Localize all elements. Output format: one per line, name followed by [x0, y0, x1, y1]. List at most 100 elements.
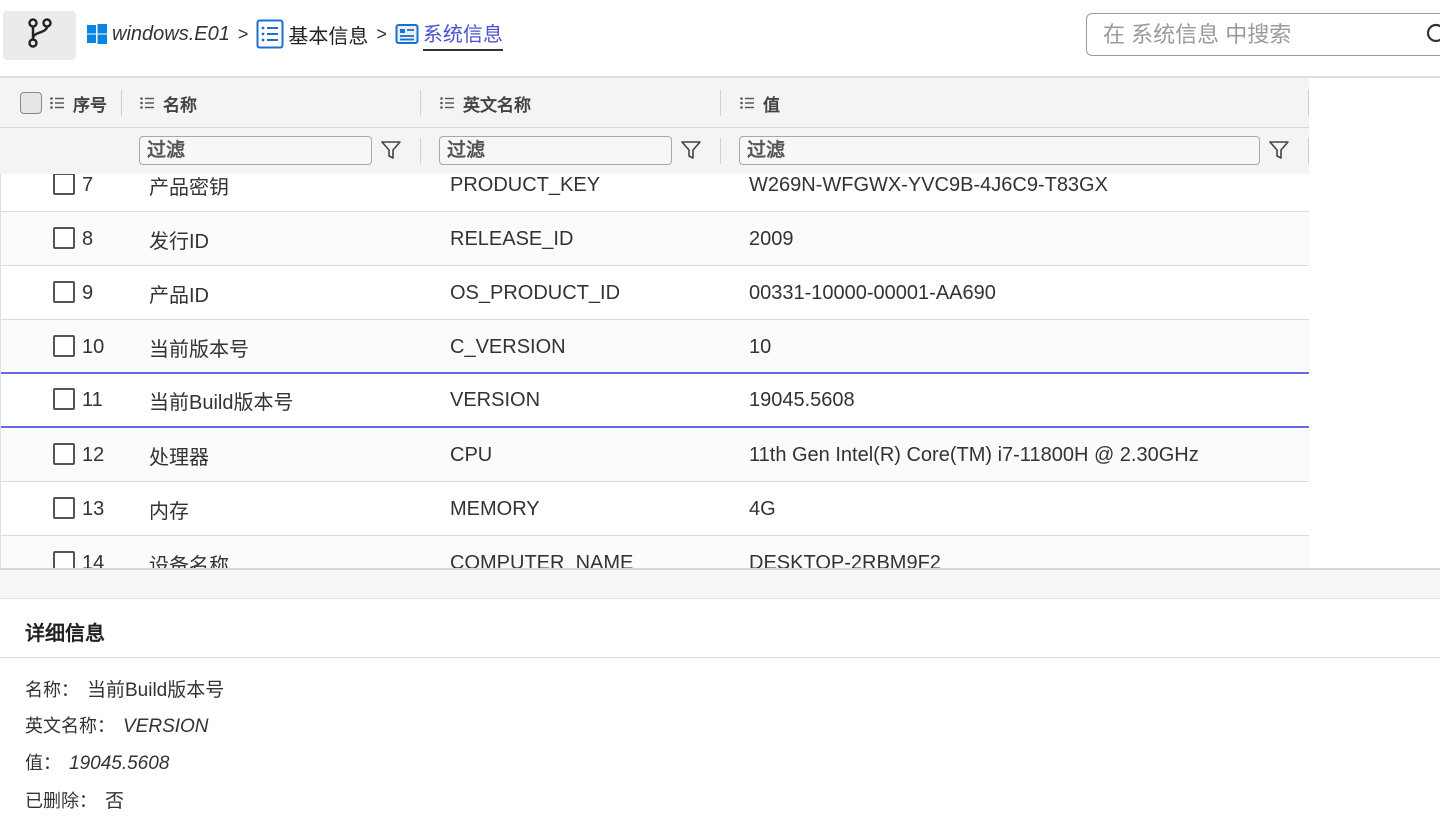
- cell-index: 14: [82, 551, 105, 569]
- table-row-selected[interactable]: 11 当前Build版本号 VERSION 19045.5608: [1, 372, 1309, 428]
- panel-splitter[interactable]: [0, 570, 1440, 598]
- table-row[interactable]: 8 发行ID RELEASE_ID 2009: [1, 212, 1309, 266]
- cell-en-name: COMPUTER_NAME: [450, 551, 634, 569]
- breadcrumb-separator: >: [237, 23, 249, 44]
- breadcrumb: windows.E01 > 基本信息 > 系统信息: [86, 14, 503, 54]
- row-checkbox[interactable]: [53, 443, 75, 465]
- column-header-label: 值: [763, 95, 780, 115]
- column-resize-handle[interactable]: [420, 138, 421, 164]
- cell-name: 设备名称: [149, 554, 229, 569]
- breadcrumb-separator: >: [376, 23, 387, 44]
- column-header-en-name[interactable]: 英文名称: [440, 78, 531, 128]
- row-checkbox[interactable]: [53, 497, 75, 519]
- cell-value: DESKTOP-2RBM9F2: [749, 551, 941, 569]
- column-resize-handle[interactable]: [720, 90, 721, 116]
- column-menu-icon: [440, 97, 455, 109]
- info-card-icon: [395, 22, 419, 46]
- search-input[interactable]: [1103, 21, 1413, 48]
- detail-field-label: 已删除：: [25, 791, 97, 811]
- breadcrumb-item-windows[interactable]: windows.E01: [86, 23, 230, 46]
- column-header-label: 名称: [163, 95, 197, 115]
- filter-icon[interactable]: [378, 137, 404, 163]
- detail-field-value-row: 值： 19045.5608: [25, 749, 169, 775]
- cell-en-name: RELEASE_ID: [450, 227, 574, 250]
- cell-en-name: C_VERSION: [450, 335, 566, 358]
- column-header-index[interactable]: 序号: [50, 78, 107, 128]
- cell-en-name: PRODUCT_KEY: [450, 174, 601, 196]
- detail-field-value: 19045.5608: [69, 753, 170, 774]
- windows-logo-icon: [86, 23, 108, 45]
- row-checkbox[interactable]: [53, 551, 75, 568]
- filter-icon[interactable]: [678, 137, 704, 163]
- git-branch-icon: [25, 17, 55, 54]
- search-icon[interactable]: [1425, 22, 1440, 53]
- detail-field-name: 名称： 当前Build版本号: [25, 675, 224, 702]
- column-menu-icon: [740, 97, 755, 109]
- breadcrumb-label-active: 系统信息: [422, 18, 503, 51]
- cell-index: 12: [82, 443, 105, 466]
- list-icon: [256, 19, 284, 49]
- column-resize-handle[interactable]: [121, 90, 122, 116]
- column-header-value[interactable]: 值: [740, 78, 780, 128]
- table-row[interactable]: 7 产品密钥 PRODUCT_KEY W269N-WFGWX-YVC9B-4J6…: [1, 174, 1309, 212]
- cell-en-name: CPU: [450, 443, 493, 466]
- detail-field-label: 值：: [25, 753, 61, 773]
- detail-field-label: 名称：: [25, 680, 79, 700]
- filter-input-value[interactable]: [739, 136, 1260, 165]
- filter-row: [0, 128, 1309, 174]
- grid-header-spacer: [1309, 78, 1440, 174]
- detail-field-value: VERSION: [123, 716, 209, 737]
- branch-button[interactable]: [3, 11, 76, 60]
- cell-index: 7: [82, 174, 94, 196]
- column-header-row: 序号 名称 英文名称 值: [0, 78, 1309, 128]
- table-row[interactable]: 14 设备名称 COMPUTER_NAME DESKTOP-2RBM9F2: [1, 536, 1309, 568]
- select-all-checkbox[interactable]: [20, 92, 42, 114]
- cell-name: 发行ID: [149, 230, 209, 253]
- cell-index: 8: [82, 227, 94, 250]
- detail-field-deleted: 已删除： 否: [25, 786, 124, 813]
- table-row[interactable]: 12 处理器 CPU 11th Gen Intel(R) Core(TM) i7…: [1, 428, 1309, 482]
- filter-input-en-name[interactable]: [439, 136, 672, 165]
- filter-input-name[interactable]: [139, 136, 372, 165]
- row-checkbox[interactable]: [53, 335, 75, 357]
- breadcrumb-label: 基本信息: [288, 25, 369, 48]
- cell-value: 19045.5608: [749, 388, 855, 411]
- cell-value: 4G: [749, 497, 776, 520]
- cell-value: 00331-10000-00001-AA690: [749, 281, 996, 304]
- data-grid: 序号 名称 英文名称 值 过滤 过滤 过滤 7 产品密钥 PRODUCT_KEY…: [0, 76, 1440, 570]
- column-header-name[interactable]: 名称: [140, 78, 197, 128]
- cell-index: 9: [82, 281, 94, 304]
- breadcrumb-label: windows.E01: [112, 22, 230, 45]
- table-row[interactable]: 10 当前版本号 C_VERSION 10: [1, 320, 1309, 374]
- cell-name: 产品密钥: [149, 176, 229, 199]
- row-checkbox[interactable]: [53, 227, 75, 249]
- detail-field-label: 英文名称：: [25, 716, 115, 736]
- column-menu-icon: [50, 97, 65, 109]
- cell-en-name: MEMORY: [450, 497, 540, 520]
- breadcrumb-item-system-info[interactable]: 系统信息: [395, 18, 503, 51]
- top-bar: windows.E01 > 基本信息 > 系统信息 在 系统信息 中搜索: [0, 0, 1440, 66]
- cell-name: 内存: [149, 500, 189, 523]
- table-row[interactable]: 13 内存 MEMORY 4G: [1, 482, 1309, 536]
- column-resize-handle[interactable]: [420, 90, 421, 116]
- row-checkbox[interactable]: [53, 174, 75, 195]
- row-checkbox[interactable]: [53, 281, 75, 303]
- cell-en-name: VERSION: [450, 388, 541, 411]
- breadcrumb-item-basic-info[interactable]: 基本信息: [256, 19, 368, 49]
- filter-icon[interactable]: [1266, 137, 1292, 163]
- column-resize-handle[interactable]: [720, 138, 721, 164]
- cell-value: 10: [749, 335, 772, 358]
- row-checkbox[interactable]: [53, 388, 75, 410]
- cell-name: 当前版本号: [149, 338, 249, 361]
- detail-title: 详细信息: [25, 623, 105, 645]
- table-row[interactable]: 9 产品ID OS_PRODUCT_ID 00331-10000-00001-A…: [1, 266, 1309, 320]
- detail-field-value: 当前Build版本号: [87, 680, 225, 701]
- grid-header: 序号 名称 英文名称 值: [0, 78, 1309, 174]
- cell-value: 11th Gen Intel(R) Core(TM) i7-11800H @ 2…: [749, 443, 1199, 466]
- cell-index: 11: [82, 388, 103, 411]
- detail-field-en-name: 英文名称： VERSION: [25, 712, 209, 738]
- cell-name: 产品ID: [149, 284, 209, 307]
- column-header-label: 英文名称: [463, 95, 531, 115]
- cell-index: 13: [82, 497, 105, 520]
- search-box: [1086, 13, 1440, 56]
